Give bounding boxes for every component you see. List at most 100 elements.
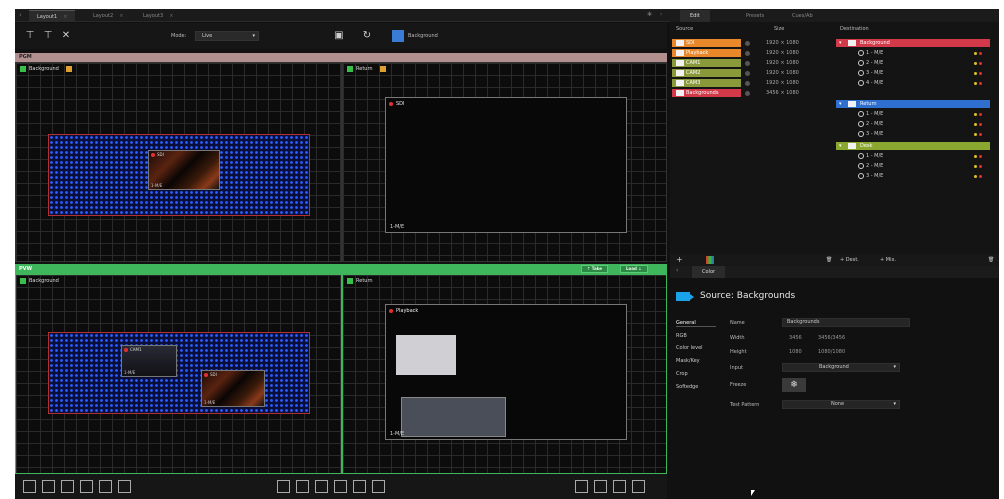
center-horizontal-icon[interactable] xyxy=(277,480,290,493)
chevron-left-icon[interactable]: ‹ xyxy=(19,11,22,19)
led-wall[interactable]: CAM1 1-M/E SDI 1-M/E xyxy=(48,332,310,414)
source-row[interactable]: CAM3 xyxy=(672,79,741,87)
add-source-button[interactable]: + xyxy=(676,255,683,265)
tab-color[interactable]: Color xyxy=(692,266,726,278)
expand-icon[interactable]: ▾ xyxy=(839,39,842,47)
source-row[interactable]: Playback xyxy=(672,49,741,57)
source-settings-icon[interactable] xyxy=(745,81,750,86)
fit-screen-icon[interactable]: ✕ xyxy=(59,29,73,43)
destination-item[interactable]: 2 - M/E xyxy=(858,162,988,170)
pvw-screen-background[interactable]: Background CAM1 1-M/E SDI 1-M/E xyxy=(15,274,342,474)
destination-group-return[interactable]: ▾ Return xyxy=(836,100,990,108)
source-settings-icon[interactable] xyxy=(745,91,750,96)
gear-icon[interactable]: ✱ xyxy=(647,11,652,18)
properties-tabbar: ‹ Color xyxy=(670,266,999,278)
fit-height-icon[interactable] xyxy=(594,480,607,493)
destination-item[interactable]: 1 - M/E xyxy=(858,152,988,160)
destination-item[interactable]: 1 - M/E xyxy=(858,110,988,118)
input-select[interactable]: Background ▾ xyxy=(782,363,900,372)
color-bars-icon[interactable] xyxy=(706,256,714,264)
align-center-top-icon[interactable] xyxy=(353,480,366,493)
trash-icon[interactable]: 🗑 xyxy=(826,255,832,265)
tab-layout3[interactable]: Layout3 × xyxy=(135,10,181,22)
led-wall[interactable]: SDI 1-M/E xyxy=(48,134,310,216)
source-row[interactable]: CAM1 xyxy=(672,59,741,67)
source-settings-icon[interactable] xyxy=(745,61,750,66)
take-button[interactable]: ⇡ Take xyxy=(581,265,608,273)
layer-sdi[interactable]: SDI 1-M/E xyxy=(148,150,220,190)
source-row[interactable]: CAM2 xyxy=(672,69,741,77)
category-crop[interactable]: Crop xyxy=(676,371,688,377)
destination-item[interactable]: 2 - M/E xyxy=(858,120,988,128)
align-right-edges-icon[interactable] xyxy=(99,480,112,493)
mode-select[interactable]: Live ▾ xyxy=(195,31,259,41)
refresh-icon[interactable]: ↻ xyxy=(360,29,374,43)
trash-icon[interactable]: 🗑 xyxy=(988,255,994,265)
live-dot-icon xyxy=(204,372,208,377)
chevron-left-icon[interactable]: ‹ xyxy=(676,267,678,274)
lock-icon[interactable] xyxy=(379,66,386,72)
layer-sdi[interactable]: SDI 1-M/E xyxy=(201,370,265,407)
output-label: SDI xyxy=(396,101,405,107)
destination-item[interactable]: 3 - M/E xyxy=(858,130,988,138)
source-settings-icon[interactable] xyxy=(745,71,750,76)
align-top-edges-icon[interactable] xyxy=(42,480,55,493)
test-pattern-select[interactable]: None ▾ xyxy=(782,400,900,409)
add-destination-button[interactable]: + Dest. xyxy=(840,255,859,265)
source-row[interactable]: Backgrounds xyxy=(672,89,741,97)
destination-item[interactable]: 2 - M/E xyxy=(858,59,988,67)
distribute-left-icon[interactable] xyxy=(23,480,36,493)
output-sdi[interactable]: SDI 1-M/E xyxy=(385,97,627,233)
snowflake-icon[interactable]: ❄ xyxy=(782,378,806,392)
background-color-swatch[interactable] xyxy=(392,30,404,42)
expand-icon[interactable]: ▾ xyxy=(839,100,842,108)
destination-item[interactable]: 1 - M/E xyxy=(858,49,988,57)
align-left-edges-icon[interactable] xyxy=(61,480,74,493)
destination-item[interactable]: 3 - M/E xyxy=(858,69,988,77)
pgm-screen-return[interactable]: Return SDI 1-M/E xyxy=(342,62,667,262)
category-general[interactable]: General xyxy=(676,320,716,327)
close-icon[interactable]: × xyxy=(119,13,123,19)
tab-layout2[interactable]: Layout2 × xyxy=(85,10,131,22)
tab-label: Presets xyxy=(746,13,765,19)
tab-presets[interactable]: Presets xyxy=(736,10,774,22)
align-bottom-edges-icon[interactable] xyxy=(80,480,93,493)
source-settings-icon[interactable] xyxy=(745,41,750,46)
fit-width-icon[interactable] xyxy=(575,480,588,493)
full-screen-icon[interactable] xyxy=(632,480,645,493)
destination-group-background[interactable]: ▾ Background xyxy=(836,39,990,47)
chevron-right-icon[interactable]: › xyxy=(660,11,662,18)
tab-cues[interactable]: Cues/Ab xyxy=(782,10,823,22)
align-left-icon[interactable]: ⊤ xyxy=(23,29,37,43)
category-mask-key[interactable]: Mask/Key xyxy=(676,358,700,364)
tab-layout1[interactable]: Layout1 × xyxy=(29,10,76,22)
fit-both-icon[interactable] xyxy=(613,480,626,493)
lock-icon[interactable] xyxy=(65,66,72,72)
layer-cam1[interactable]: CAM1 1-M/E xyxy=(121,345,177,377)
load-button[interactable]: Load ⇣ xyxy=(620,265,648,273)
add-mix-button[interactable]: + Mix. xyxy=(880,255,896,265)
destination-item[interactable]: 4 - M/E xyxy=(858,79,988,87)
destination-group-desk[interactable]: ▾ Desk xyxy=(836,142,990,150)
name-field[interactable]: Backgrounds xyxy=(782,318,910,327)
center-vertical-icon[interactable] xyxy=(296,480,309,493)
category-softedge[interactable]: Softedge xyxy=(676,384,698,390)
destination-item[interactable]: 3 - M/E xyxy=(858,172,988,180)
align-center-bottom-icon[interactable] xyxy=(372,480,385,493)
close-icon[interactable]: × xyxy=(63,14,67,20)
space-vertical-icon[interactable] xyxy=(334,480,347,493)
space-horizontal-icon[interactable] xyxy=(315,480,328,493)
output-playback[interactable]: Playback 1-M/E xyxy=(385,304,627,440)
save-icon[interactable]: ▣ xyxy=(332,29,346,43)
source-settings-icon[interactable] xyxy=(745,51,750,56)
pvw-screen-return[interactable]: Return Playback 1-M/E xyxy=(342,274,667,474)
tab-edit[interactable]: Edit xyxy=(680,10,710,22)
align-top-icon[interactable]: ⊤ xyxy=(41,29,55,43)
category-color-level[interactable]: Color level xyxy=(676,345,703,351)
expand-icon[interactable]: ▾ xyxy=(839,142,842,150)
category-rgb[interactable]: RGB xyxy=(676,333,687,339)
close-icon[interactable]: × xyxy=(169,13,173,19)
source-row[interactable]: SDI xyxy=(672,39,741,47)
pgm-screen-background[interactable]: Background SDI 1-M/E xyxy=(15,62,342,262)
distribute-right-icon[interactable] xyxy=(118,480,131,493)
